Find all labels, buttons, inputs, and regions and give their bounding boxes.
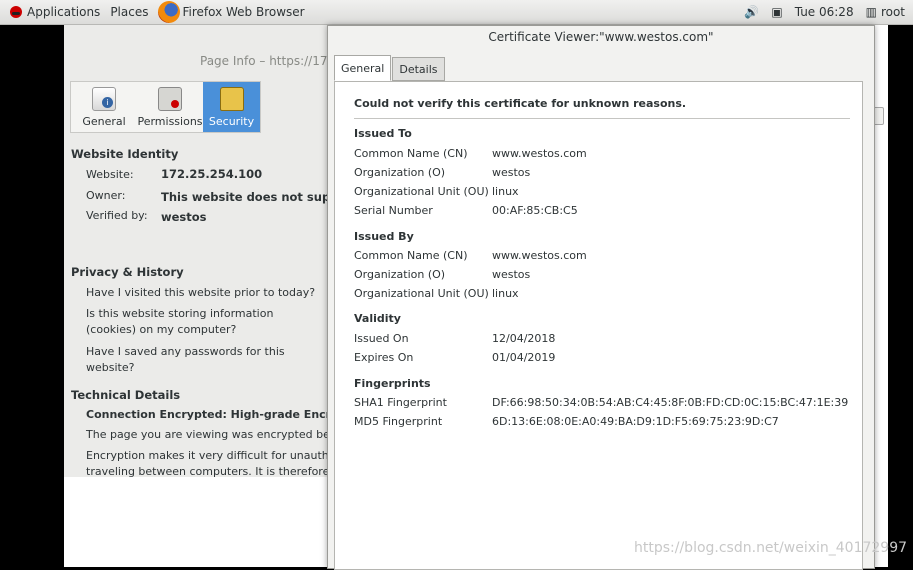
user-menu[interactable]: ▥ root	[866, 5, 905, 19]
tab-permissions[interactable]: Permissions	[137, 82, 203, 132]
fingerprints-heading: Fingerprints	[354, 377, 431, 390]
connection-encrypted: Connection Encrypted: High-grade Encryp	[86, 408, 347, 421]
issued-to-cn-label: Common Name (CN)	[354, 147, 468, 160]
places-menu[interactable]: Places	[110, 5, 148, 19]
issued-by-ou-value: linux	[492, 287, 519, 300]
issued-by-heading: Issued By	[354, 230, 414, 243]
md5-fingerprint-label: MD5 Fingerprint	[354, 415, 443, 428]
tab-cert-general[interactable]: General	[334, 55, 392, 81]
volume-icon[interactable]: 🔊	[744, 5, 759, 19]
certificate-tabs: General Details	[334, 55, 446, 81]
general-info-icon	[92, 87, 116, 111]
divider	[354, 118, 850, 119]
applications-label: Applications	[27, 5, 101, 19]
places-label: Places	[110, 5, 149, 19]
technical-line-2: Encryption makes it very difficult for u…	[86, 449, 341, 462]
issued-by-org-label: Organization (O)	[354, 268, 446, 281]
tab-permissions-label: Permissions	[137, 115, 203, 128]
tab-general-label: General	[82, 115, 126, 128]
technical-line-3: traveling between computers. It is there…	[86, 465, 330, 478]
redhat-logo-icon	[10, 6, 22, 18]
technical-line-1: The page you are viewing was encrypted b…	[86, 428, 341, 441]
issued-by-cn-label: Common Name (CN)	[354, 249, 468, 262]
firefox-icon	[158, 1, 181, 23]
permissions-icon	[158, 87, 182, 111]
tab-cert-details[interactable]: Details	[392, 57, 445, 81]
verification-warning: Could not verify this certificate for un…	[354, 97, 687, 110]
sha1-fingerprint-value: DF:66:98:50:34:0B:54:AB:C4:45:8F:0B:FD:C…	[492, 396, 849, 409]
privacy-question-passwords-2: website?	[86, 361, 135, 374]
privacy-question-passwords-1: Have I saved any passwords for this	[86, 345, 285, 358]
validity-heading: Validity	[354, 312, 401, 325]
issued-to-org-label: Organization (O)	[354, 166, 446, 179]
expires-on-value: 01/04/2019	[492, 351, 556, 364]
issued-to-heading: Issued To	[354, 127, 412, 140]
certificate-viewer-dialog: Certificate Viewer:"www.westos.com" Gene…	[327, 25, 875, 570]
owner-value: This website does not supply	[161, 190, 350, 204]
applications-menu[interactable]: Applications	[10, 5, 100, 19]
certificate-viewer-title: Certificate Viewer:"www.westos.com"	[488, 30, 714, 44]
serial-number-value: 00:AF:85:CB:C5	[492, 204, 578, 217]
issued-by-cn-value: www.westos.com	[492, 249, 587, 262]
issued-to-cn-value: www.westos.com	[492, 147, 587, 160]
tab-general[interactable]: General	[71, 82, 137, 132]
page-info-tabs: General Permissions Security	[70, 81, 261, 133]
certificate-general-panel: Could not verify this certificate for un…	[334, 81, 863, 570]
issued-by-ou-label: Organizational Unit (OU)	[354, 287, 489, 300]
privacy-question-cookies-2: (cookies) on my computer?	[86, 323, 237, 336]
padlock-icon	[219, 87, 244, 111]
network-icon[interactable]: ▣	[771, 5, 782, 19]
issued-to-ou-label: Organizational Unit (OU)	[354, 185, 489, 198]
website-identity-heading: Website Identity	[71, 147, 179, 161]
user-icon: ▥	[865, 5, 877, 19]
technical-details-heading: Technical Details	[71, 388, 181, 402]
sha1-fingerprint-label: SHA1 Fingerprint	[354, 396, 447, 409]
gnome-top-bar: Applications Places Firefox Web Browser …	[0, 0, 913, 25]
owner-label: Owner:	[86, 189, 126, 202]
serial-number-label: Serial Number	[354, 204, 433, 217]
expires-on-label: Expires On	[354, 351, 414, 364]
user-name: root	[880, 5, 905, 19]
website-value: 172.25.254.100	[161, 167, 263, 181]
issued-by-org-value: westos	[492, 268, 531, 281]
active-window-title[interactable]: Firefox Web Browser	[182, 5, 304, 19]
issued-on-value: 12/04/2018	[492, 332, 556, 345]
verified-by-value: westos	[161, 210, 207, 224]
privacy-question-cookies-1: Is this website storing information	[86, 307, 274, 320]
verified-by-label: Verified by:	[86, 209, 148, 222]
privacy-question-visited: Have I visited this website prior to tod…	[86, 286, 316, 299]
issued-on-label: Issued On	[354, 332, 409, 345]
md5-fingerprint-value: 6D:13:6E:08:0E:A0:49:BA:D9:1D:F5:69:75:2…	[492, 415, 779, 428]
watermark: https://blog.csdn.net/weixin_40172997	[634, 540, 908, 556]
issued-to-org-value: westos	[492, 166, 531, 179]
tab-security-label: Security	[208, 115, 255, 128]
website-label: Website:	[86, 168, 134, 181]
privacy-history-heading: Privacy & History	[71, 265, 184, 279]
page-info-title: Page Info – https://17	[200, 54, 328, 68]
clock[interactable]: Tue 06:28	[795, 5, 854, 19]
issued-to-ou-value: linux	[492, 185, 519, 198]
tab-security[interactable]: Security	[203, 82, 260, 132]
